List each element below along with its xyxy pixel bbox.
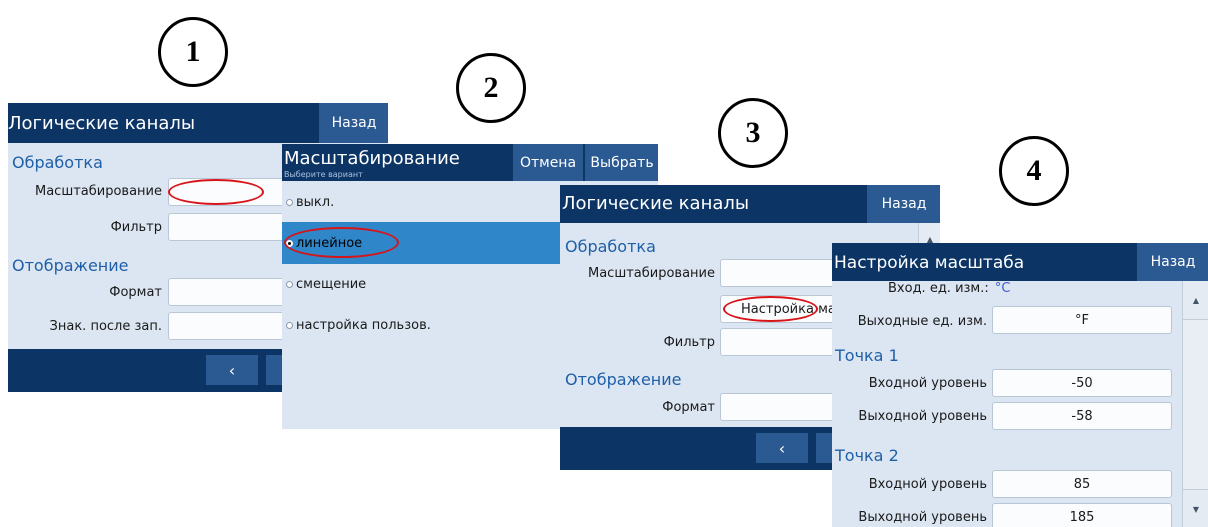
point1-input-field[interactable]: -50	[992, 369, 1172, 397]
section-processing-title: Обработка	[565, 237, 656, 256]
header-bar: Масштабирование Выберите вариант Отмена …	[282, 144, 658, 181]
point1-output-field[interactable]: -58	[992, 402, 1172, 430]
step-marker-1: 1	[158, 17, 228, 87]
scrollbar[interactable]: ▲ ▼	[1182, 281, 1208, 527]
screen-title: Масштабирование	[284, 148, 460, 169]
back-button[interactable]: Назад	[866, 185, 940, 223]
filter-label: Фильтр	[663, 335, 715, 350]
input-unit-value: °C	[994, 281, 1011, 296]
section-processing-title: Обработка	[12, 153, 103, 172]
point1-output-label: Выходной уровень	[858, 409, 987, 424]
back-button[interactable]: Назад	[1136, 243, 1208, 281]
scaling-label: Масштабирование	[34, 184, 162, 199]
screen-title: Логические каналы	[8, 113, 196, 134]
screen-subtitle: Выберите вариант	[284, 170, 363, 179]
prev-button[interactable]: ‹	[206, 355, 258, 385]
step-marker-4: 4	[999, 136, 1069, 206]
screen-title: Логические каналы	[562, 193, 750, 214]
input-unit-row: Вход. ед. изм.: °C	[888, 281, 1010, 296]
screen-title: Настройка масштаба	[834, 253, 1025, 273]
point2-input-field[interactable]: 85	[992, 470, 1172, 498]
scroll-up-icon[interactable]: ▲	[1183, 281, 1208, 320]
prev-button[interactable]: ‹	[756, 433, 808, 463]
point2-input-label: Входной уровень	[868, 477, 987, 492]
radio-icon	[286, 321, 293, 329]
format-label: Формат	[662, 400, 715, 415]
filter-label: Фильтр	[110, 220, 162, 235]
output-unit-field[interactable]: °F	[992, 306, 1172, 334]
step-marker-3: 3	[718, 98, 788, 168]
output-unit-label: Выходные ед. изм.	[857, 314, 987, 329]
back-button[interactable]: Назад	[318, 103, 388, 143]
format-label: Формат	[109, 285, 162, 300]
point2-title: Точка 2	[835, 446, 899, 465]
option-label: настройка пользов.	[296, 317, 431, 333]
point1-input-label: Входной уровень	[868, 376, 987, 391]
header-bar: Логические каналы Назад	[8, 103, 388, 143]
select-button[interactable]: Выбрать	[584, 144, 658, 181]
point2-output-label: Выходной уровень	[858, 510, 987, 525]
section-display-title: Отображение	[565, 370, 682, 389]
highlight-ellipse	[284, 227, 399, 258]
highlight-ellipse	[168, 179, 264, 205]
scroll-down-icon[interactable]: ▼	[1183, 489, 1208, 527]
screen-scale-setup: Настройка масштаба Назад ▲ ▼ Вход. ед. и…	[832, 243, 1208, 527]
radio-icon	[286, 280, 293, 288]
step-marker-2: 2	[456, 53, 526, 123]
cancel-button[interactable]: Отмена	[512, 144, 583, 181]
scaling-label: Масштабирование	[587, 266, 715, 281]
input-unit-label: Вход. ед. изм.:	[888, 281, 989, 296]
decimals-label: Знак. после зап.	[49, 319, 162, 334]
point2-output-field[interactable]: 185	[992, 503, 1172, 527]
point1-title: Точка 1	[835, 346, 899, 365]
radio-icon	[286, 198, 293, 206]
option-label: смещение	[296, 276, 367, 292]
highlight-ellipse	[723, 296, 818, 322]
option-label: выкл.	[296, 194, 335, 210]
section-display-title: Отображение	[12, 256, 129, 275]
header-bar: Настройка масштаба Назад	[832, 243, 1208, 281]
header-bar: Логические каналы Назад	[560, 185, 940, 223]
